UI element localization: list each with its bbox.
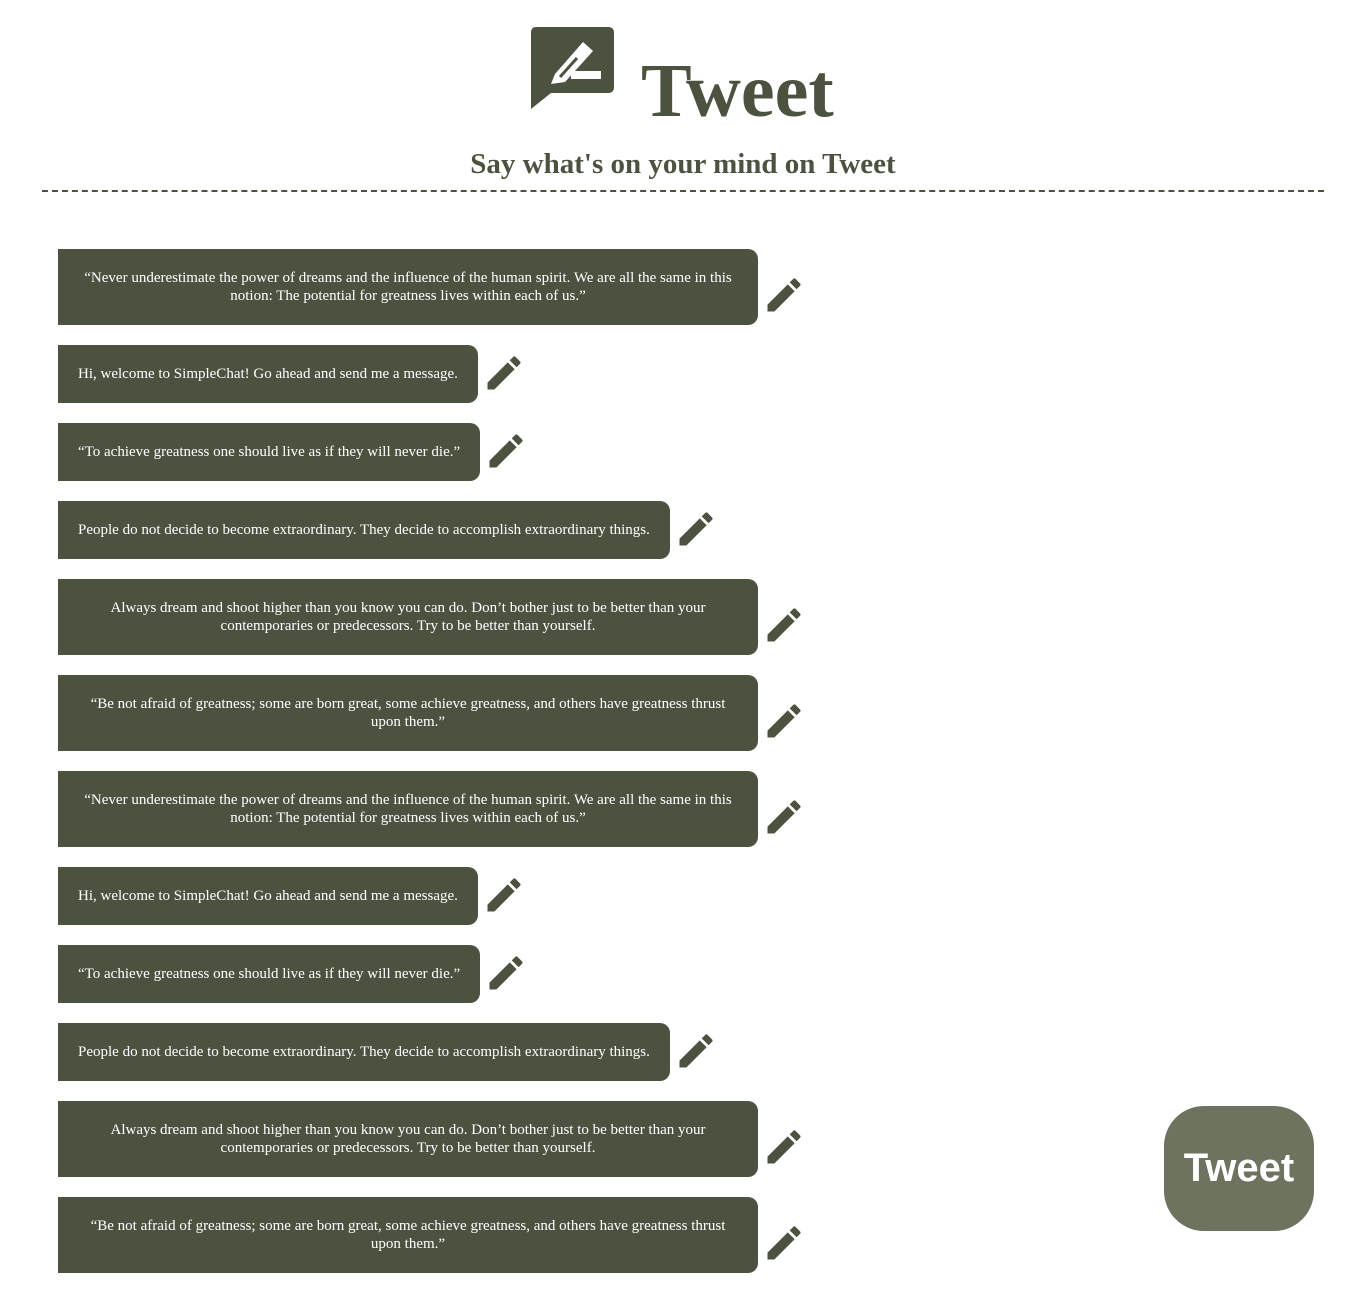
app-title: Tweet	[641, 49, 834, 133]
pencil-icon[interactable]	[482, 873, 526, 917]
pencil-icon[interactable]	[762, 795, 806, 839]
pencil-icon[interactable]	[484, 429, 528, 473]
tweet-bubble: “Never underestimate the power of dreams…	[58, 771, 758, 847]
tweet-bubble: Always dream and shoot higher than you k…	[58, 579, 758, 655]
page-subtitle: Say what's on your mind on Tweet	[470, 148, 896, 180]
header-divider	[42, 190, 1324, 192]
pencil-icon[interactable]	[762, 699, 806, 743]
tweet-item: People do not decide to become extraordi…	[58, 1023, 878, 1081]
tweet-feed: “Never underestimate the power of dreams…	[58, 249, 878, 1291]
tweet-bubble: People do not decide to become extraordi…	[58, 501, 670, 559]
pencil-icon[interactable]	[674, 507, 718, 551]
tweet-bubble: “Be not afraid of greatness; some are bo…	[58, 1197, 758, 1273]
tweet-item: “Be not afraid of greatness; some are bo…	[58, 1197, 878, 1273]
tweet-item: Hi, welcome to SimpleChat! Go ahead and …	[58, 345, 878, 403]
pencil-icon[interactable]	[674, 1029, 718, 1073]
pencil-icon[interactable]	[762, 1221, 806, 1265]
pencil-icon[interactable]	[762, 603, 806, 647]
tweet-item: People do not decide to become extraordi…	[58, 501, 878, 559]
tweet-item: “Never underestimate the power of dreams…	[58, 249, 878, 325]
tweet-bubble: Always dream and shoot higher than you k…	[58, 1101, 758, 1177]
tweet-item: “To achieve greatness one should live as…	[58, 945, 878, 1003]
tweet-bubble: “To achieve greatness one should live as…	[58, 945, 481, 1003]
tweet-bubble: Hi, welcome to SimpleChat! Go ahead and …	[58, 345, 478, 403]
tweet-bubble: Hi, welcome to SimpleChat! Go ahead and …	[58, 867, 478, 925]
tweet-item: Hi, welcome to SimpleChat! Go ahead and …	[58, 867, 878, 925]
tweet-button[interactable]: Tweet	[1164, 1106, 1314, 1231]
tweet-bubble: “Never underestimate the power of dreams…	[58, 249, 758, 325]
tweet-item: Always dream and shoot higher than you k…	[58, 1101, 878, 1177]
tweet-bubble: “To achieve greatness one should live as…	[58, 423, 481, 481]
tweet-item: “Be not afraid of greatness; some are bo…	[58, 675, 878, 751]
tweet-bubble: People do not decide to become extraordi…	[58, 1023, 670, 1081]
pencil-icon[interactable]	[484, 951, 528, 995]
pencil-icon[interactable]	[482, 351, 526, 395]
pencil-icon[interactable]	[762, 273, 806, 317]
tweet-item: “Never underestimate the power of dreams…	[58, 771, 878, 847]
tweet-bubble: “Be not afraid of greatness; some are bo…	[58, 675, 758, 751]
chat-pencil-icon	[531, 27, 614, 109]
pencil-icon[interactable]	[762, 1125, 806, 1169]
page-header: Tweet Say what's on your mind on Tweet	[0, 0, 1366, 200]
tweet-item: Always dream and shoot higher than you k…	[58, 579, 878, 655]
tweet-item: “To achieve greatness one should live as…	[58, 423, 878, 481]
